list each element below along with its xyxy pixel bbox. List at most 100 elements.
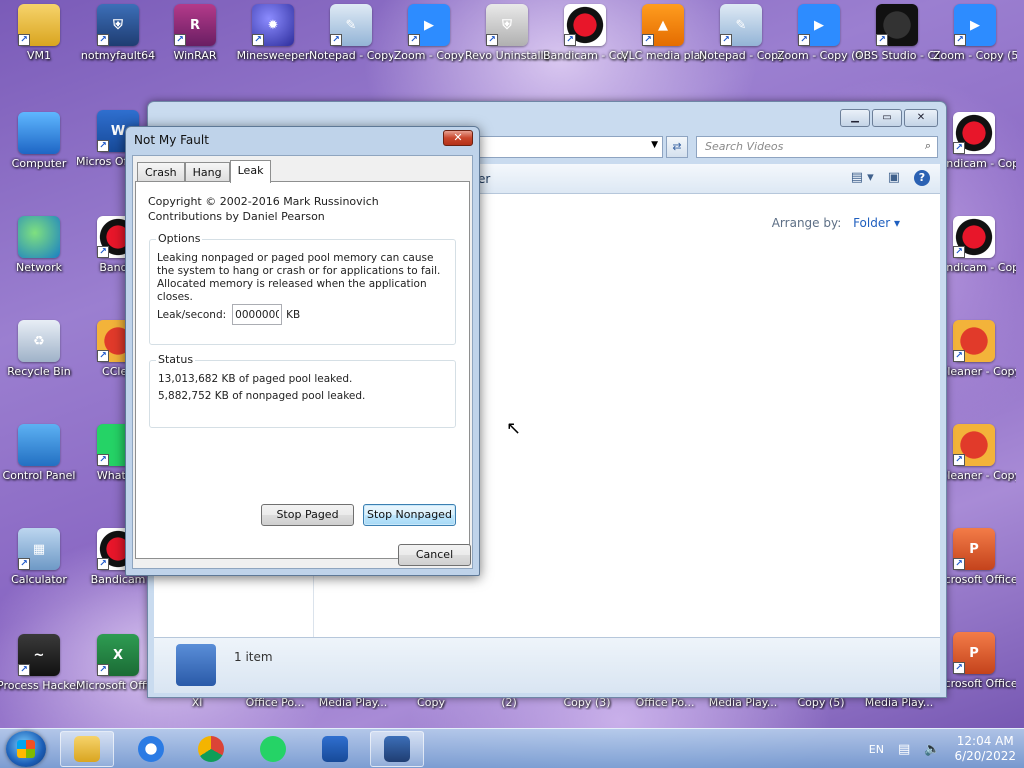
dialog-close-button[interactable]: ✕ xyxy=(443,130,473,146)
desktop-icon-label-partial[interactable]: Copy (3) xyxy=(545,696,629,710)
leak-panel: Copyright © 2002-2016 Mark Russinovich C… xyxy=(135,181,470,559)
desktop-icon[interactable]: ▶ ↗ Zoom - Copy xyxy=(387,4,471,63)
desktop-icon[interactable]: ▦ ↗ Calculator xyxy=(0,528,81,587)
desktop-icon[interactable]: Network xyxy=(0,216,81,275)
language-indicator[interactable]: EN xyxy=(869,743,884,756)
explorer-caption-buttons: ▁ ▭ ✕ xyxy=(840,109,938,127)
clock[interactable]: 12:04 AM 6/20/2022 xyxy=(954,734,1016,764)
desktop-icon[interactable]: ✹ ↗ Minesweeper xyxy=(231,4,315,63)
excel-icon: X ↗ xyxy=(97,634,139,676)
search-input[interactable]: Search Videos ⌕ xyxy=(696,136,938,158)
view-options-icon[interactable]: ▤ ▾ xyxy=(851,170,874,186)
maximize-button[interactable]: ▭ xyxy=(872,109,902,127)
taskbar-ie[interactable] xyxy=(124,731,178,767)
leak-rate-input[interactable] xyxy=(232,304,283,325)
tab-hang[interactable]: Hang xyxy=(184,162,230,182)
refresh-icon[interactable]: ⇄ xyxy=(666,136,688,158)
revo-uninstaller-icon: ⛨ ↗ xyxy=(486,4,528,46)
desktop-icon-label: Media Play... xyxy=(708,696,778,709)
desktop-icon-label-partial[interactable]: Media Play... xyxy=(857,696,941,710)
desktop-icon[interactable]: ✎↗ Notepad - Copy (4) xyxy=(699,4,783,63)
desktop-icon-label-partial[interactable]: Media Play... xyxy=(701,696,785,710)
desktop-icon-label-partial[interactable]: Copy xyxy=(389,696,473,710)
stop-nonpaged-button[interactable]: Stop Nonpaged xyxy=(363,504,456,526)
minesweeper-icon: ✹ ↗ xyxy=(252,4,294,46)
desktop-icon-label: Copy (3) xyxy=(563,696,611,709)
arrange-value[interactable]: Folder ▾ xyxy=(853,216,900,230)
desktop-icon-label-partial[interactable]: Media Play... xyxy=(311,696,395,710)
chrome-icon xyxy=(198,736,224,762)
desktop-icon-label-partial[interactable]: (2) xyxy=(467,696,551,710)
shortcut-arrow-icon: ↗ xyxy=(18,558,30,570)
tab-crash[interactable]: Crash xyxy=(137,162,185,182)
notmyfault-dialog[interactable]: Not My Fault ✕ Crash Hang Leak Copyright… xyxy=(125,126,480,576)
preview-pane-icon[interactable]: ▣ xyxy=(888,170,900,186)
notepad-icon: ✎ ↗ xyxy=(720,4,762,46)
desktop-icon[interactable]: ⛨↗ Revo Uninstalle... xyxy=(465,4,549,63)
start-button[interactable] xyxy=(6,731,46,767)
taskbar-word[interactable] xyxy=(308,731,362,767)
paged-pool-status: 13,013,682 KB of paged pool leaked. xyxy=(158,373,353,385)
shortcut-arrow-icon: ↗ xyxy=(953,142,965,154)
tab-strip: Crash Hang Leak xyxy=(137,160,272,183)
options-group: Options Leaking nonpaged or paged pool m… xyxy=(149,232,456,345)
shortcut-arrow-icon: ↗ xyxy=(174,34,186,46)
shortcut-arrow-icon: ↗ xyxy=(97,140,109,152)
desktop-icon-label-partial[interactable]: Office Po... xyxy=(623,696,707,710)
desktop-icon[interactable]: Computer xyxy=(0,112,81,171)
desktop-icon-label: Copy (5) xyxy=(797,696,845,709)
desktop-icon[interactable]: ↗ Bandicam - Copy (2) xyxy=(543,4,627,63)
shortcut-arrow-icon: ↗ xyxy=(798,34,810,46)
shortcut-arrow-icon: ↗ xyxy=(564,34,576,46)
network-tray-icon[interactable]: ▤ xyxy=(898,742,910,757)
shortcut-arrow-icon: ↗ xyxy=(876,34,888,46)
desktop-icon[interactable]: ↗ VM1 xyxy=(0,4,81,63)
desktop-icon[interactable]: ~↗ Process Hacker 2 xyxy=(0,634,81,693)
desktop-icon[interactable]: ↗ OBS Studio - Copy (4) xyxy=(855,4,939,63)
desktop-icon[interactable]: ▲↗ VLC media player - Co... xyxy=(621,4,705,63)
tab-leak[interactable]: Leak xyxy=(229,160,272,183)
leak-rate-row: Leak/second: KB xyxy=(157,304,300,325)
arrange-by[interactable]: Arrange by: Folder ▾ xyxy=(772,216,900,230)
desktop-icon[interactable]: ✎ ↗ Notepad - Copy xyxy=(309,4,393,63)
copyright-line: Copyright © 2002-2016 Mark Russinovich xyxy=(148,195,379,208)
stop-paged-button[interactable]: Stop Paged xyxy=(261,504,354,526)
taskbar-notmyfault[interactable] xyxy=(370,731,424,767)
desktop-icon-label: Office Po... xyxy=(635,696,695,709)
close-button[interactable]: ✕ xyxy=(904,109,938,127)
desktop-icon-label-partial[interactable]: Copy (5) xyxy=(779,696,863,710)
volume-icon[interactable]: 🔈 xyxy=(924,742,940,757)
search-placeholder: Search Videos xyxy=(705,140,784,153)
desktop-icon-label: Minesweeper xyxy=(236,49,310,62)
help-icon[interactable]: ? xyxy=(914,170,930,186)
desktop-icon-label: OBS Studio - Copy (4) xyxy=(855,49,939,62)
cancel-button[interactable]: Cancel xyxy=(398,544,471,566)
clock-date: 6/20/2022 xyxy=(954,749,1016,763)
shortcut-arrow-icon: ↗ xyxy=(252,34,264,46)
taskbar-chrome[interactable] xyxy=(184,731,238,767)
desktop-icon[interactable]: ⛨ ↗ notmyfault64 xyxy=(76,4,160,63)
desktop-icon[interactable]: R ↗ WinRAR xyxy=(153,4,237,63)
address-dropdown-icon[interactable]: ▼ xyxy=(651,140,658,150)
taskbar-whatsapp[interactable] xyxy=(246,731,300,767)
desktop-icon-label: Bandicam - Copy (2) xyxy=(543,49,627,62)
desktop-icon[interactable]: ♻ Recycle Bin xyxy=(0,320,81,379)
search-icon[interactable]: ⌕ xyxy=(925,139,931,153)
address-bar[interactable]: ▼ xyxy=(478,136,663,158)
folder-icon xyxy=(74,736,100,762)
system-tray: EN ▤ 🔈 12:04 AM 6/20/2022 xyxy=(869,729,1016,768)
desktop-icon[interactable]: Control Panel xyxy=(0,424,81,483)
copyright-block: Copyright © 2002-2016 Mark Russinovich C… xyxy=(148,194,379,224)
desktop-icon-label-partial[interactable]: Xl xyxy=(155,696,239,710)
status-legend: Status xyxy=(156,353,196,366)
minimize-button[interactable]: ▁ xyxy=(840,109,870,127)
shortcut-arrow-icon: ↗ xyxy=(486,34,498,46)
notmyfault-icon: ⛨ ↗ xyxy=(97,4,139,46)
desktop-icon[interactable]: ▶ ↗ Zoom - Copy (5) xyxy=(933,4,1017,63)
desktop-icon-label: (2) xyxy=(501,696,517,709)
desktop-icon[interactable]: ▶ ↗ Zoom - Copy (4) xyxy=(777,4,861,63)
shortcut-arrow-icon: ↗ xyxy=(97,454,109,466)
desktop-icon-label: Network xyxy=(16,261,62,274)
taskbar-explorer[interactable] xyxy=(60,731,114,767)
desktop-icon-label-partial[interactable]: Office Po... xyxy=(233,696,317,710)
